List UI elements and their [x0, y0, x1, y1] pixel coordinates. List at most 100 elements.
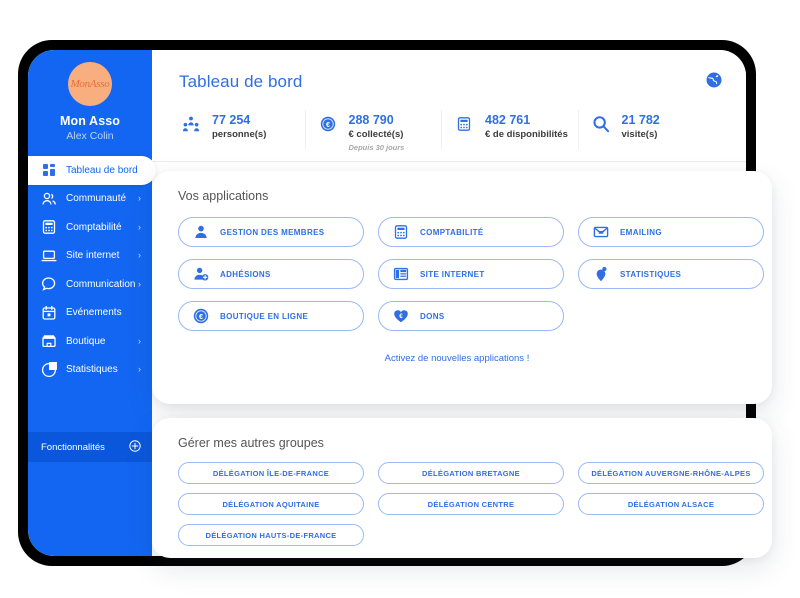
group-button-label: DÉLÉGATION AQUITAINE: [222, 499, 320, 509]
stat-value: 482 761: [485, 113, 531, 127]
screenshot-root: MonAsso Mon Asso Alex Colin Tableau de b…: [0, 0, 800, 598]
calendar-icon: [41, 305, 57, 321]
sidebar-item-label: Evénements: [66, 307, 122, 319]
app-button-statistiques[interactable]: STATISTIQUES: [578, 259, 764, 289]
stat-label: visite(s): [621, 129, 658, 140]
stat-sublabel: Depuis 30 jours: [348, 143, 405, 153]
group-button-label: DÉLÉGATION ÎLE-DE-FRANCE: [212, 468, 330, 478]
app-button-gestion-des-membres[interactable]: GESTION DES MEMBRES: [178, 217, 364, 247]
group-button-d-l-gation-centre[interactable]: DÉLÉGATION CENTRE: [378, 493, 564, 515]
app-button-label: STATISTIQUES: [620, 269, 682, 279]
app-button-emailing[interactable]: EMAILING: [578, 217, 764, 247]
stat-label: € collecté(s): [348, 129, 404, 140]
chevron-right-icon: ›: [138, 193, 141, 204]
app-button-label: BOUTIQUE EN LIGNE: [220, 311, 309, 321]
stat-2: 482 761 € de disponibilités: [441, 106, 588, 161]
search-icon: [588, 111, 614, 137]
group-button-d-l-gation-le-de-france[interactable]: DÉLÉGATION ÎLE-DE-FRANCE: [178, 462, 364, 484]
dashboard-icon: [41, 162, 57, 178]
avatar-logo-text: MonAsso: [70, 77, 110, 90]
svg-text:€: €: [399, 313, 403, 320]
sidebar-item-ev-nements[interactable]: Evénements: [28, 299, 152, 328]
sidebar-item-boutique[interactable]: Boutique ›: [28, 327, 152, 356]
sidebar-item-label: Communication: [66, 278, 136, 290]
sidebar-item-label: Tableau de bord: [66, 164, 138, 176]
user-plus-icon: [193, 266, 209, 282]
stats-row: 77 254 personne(s) €288 790 € collecté(s) De…: [152, 106, 746, 162]
sidebar-item-communaut[interactable]: Communauté ›: [28, 185, 152, 214]
brand-block: MonAsso Mon Asso Alex Colin: [28, 50, 152, 142]
sidebar-nav: Tableau de bord Communauté › Comptabilité › S…: [28, 156, 156, 385]
chevron-right-icon: ›: [138, 364, 141, 375]
calculator-icon: [451, 111, 477, 137]
stat-0: 77 254 personne(s): [178, 106, 315, 161]
sidebar-item-label: Comptabilité: [66, 221, 122, 233]
page-title: Tableau de bord: [179, 72, 303, 91]
sidebar-item-label: Statistiques: [66, 364, 118, 376]
chevron-right-icon: ›: [138, 278, 141, 289]
stat-value: 288 790: [348, 113, 394, 127]
user-icon: [193, 224, 209, 240]
group-button-label: DÉLÉGATION ALSACE: [627, 499, 715, 509]
group-button-label: DÉLÉGATION HAUTS-DE-FRANCE: [205, 530, 337, 540]
chevron-right-icon: ›: [138, 335, 141, 346]
avatar: MonAsso: [68, 62, 112, 106]
heart-euro-icon: €: [393, 308, 409, 324]
calculator-icon: [393, 224, 409, 240]
app-button-comptabilit[interactable]: COMPTABILITÉ: [378, 217, 564, 247]
app-button-label: DONS: [420, 311, 445, 321]
chart-pin-icon: [593, 266, 609, 282]
applications-card-title: Vos applications: [178, 189, 269, 203]
group-button-d-l-gation-hauts-de-france[interactable]: DÉLÉGATION HAUTS-DE-FRANCE: [178, 524, 364, 546]
sidebar-item-fonctionnalites[interactable]: Fonctionnalités: [28, 432, 152, 462]
app-button-boutique-en-ligne[interactable]: € BOUTIQUE EN LIGNE: [178, 301, 364, 331]
group-button-d-l-gation-auvergne-rh-ne-alpes[interactable]: DÉLÉGATION AUVERGNE-RHÔNE-ALPES: [578, 462, 764, 484]
group-button-d-l-gation-alsace[interactable]: DÉLÉGATION ALSACE: [578, 493, 764, 515]
plus-circle-icon[interactable]: [129, 439, 141, 455]
app-button-dons[interactable]: € DONS: [378, 301, 564, 331]
group-button-d-l-gation-bretagne[interactable]: DÉLÉGATION BRETAGNE: [378, 462, 564, 484]
group-button-label: DÉLÉGATION BRETAGNE: [422, 468, 520, 478]
sidebar-item-comptabilit[interactable]: Comptabilité ›: [28, 213, 152, 242]
sidebar-item-label: Communauté: [66, 193, 127, 205]
globe-icon[interactable]: [706, 72, 722, 88]
sidebar-item-site-internet[interactable]: Site internet ›: [28, 242, 152, 271]
sidebar-item-communication[interactable]: Communication ›: [28, 270, 152, 299]
sidebar-item-label: Site internet: [66, 250, 120, 262]
svg-text:€: €: [325, 120, 329, 129]
sidebar-item-statistiques[interactable]: Statistiques ›: [28, 356, 152, 385]
chevron-right-icon: ›: [138, 221, 141, 232]
laptop-icon: [41, 248, 57, 264]
chart-icon: [41, 361, 57, 378]
groups-card-title: Gérer mes autres groupes: [178, 436, 324, 450]
groups-grid: DÉLÉGATION ÎLE-DE-FRANCE DÉLÉGATION BRETA…: [152, 450, 772, 546]
chevron-right-icon: ›: [138, 250, 141, 261]
stat-label: € de disponibilités: [485, 129, 568, 140]
applications-grid: GESTION DES MEMBRES COMPTABILITÉ EMAILING A…: [152, 203, 772, 331]
euro-coin-icon: €: [315, 111, 341, 137]
people-icon: [178, 111, 204, 137]
group-button-label: DÉLÉGATION AUVERGNE-RHÔNE-ALPES: [591, 468, 751, 478]
stat-3: 21 782 visite(s): [577, 106, 725, 161]
stat-label: personne(s): [212, 129, 267, 140]
svg-text:€: €: [199, 312, 203, 321]
sidebar-item-tableau-de-bord[interactable]: Tableau de bord: [28, 156, 156, 185]
app-button-label: ADHÉSIONS: [220, 269, 271, 279]
app-button-label: GESTION DES MEMBRES: [220, 227, 325, 237]
calculator-icon: [41, 219, 57, 235]
activate-applications-link[interactable]: Activez de nouvelles applications !: [152, 353, 772, 364]
app-button-adh-sions[interactable]: ADHÉSIONS: [178, 259, 364, 289]
groups-card: Gérer mes autres groupes DÉLÉGATION ÎLE-…: [152, 418, 772, 558]
stat-1: €288 790 € collecté(s) Depuis 30 jours: [304, 106, 452, 161]
app-button-label: SITE INTERNET: [420, 269, 485, 279]
app-button-site-internet[interactable]: SITE INTERNET: [378, 259, 564, 289]
group-button-d-l-gation-aquitaine[interactable]: DÉLÉGATION AQUITAINE: [178, 493, 364, 515]
envelope-icon: [593, 224, 609, 240]
stat-value: 21 782: [621, 113, 660, 127]
stat-value: 77 254: [212, 113, 251, 127]
euro-coin-icon: €: [193, 308, 209, 324]
features-label: Fonctionnalités: [41, 441, 105, 453]
sidebar-item-label: Boutique: [66, 335, 106, 347]
group-button-label: DÉLÉGATION CENTRE: [427, 499, 515, 509]
user-name: Alex Colin: [66, 130, 114, 142]
